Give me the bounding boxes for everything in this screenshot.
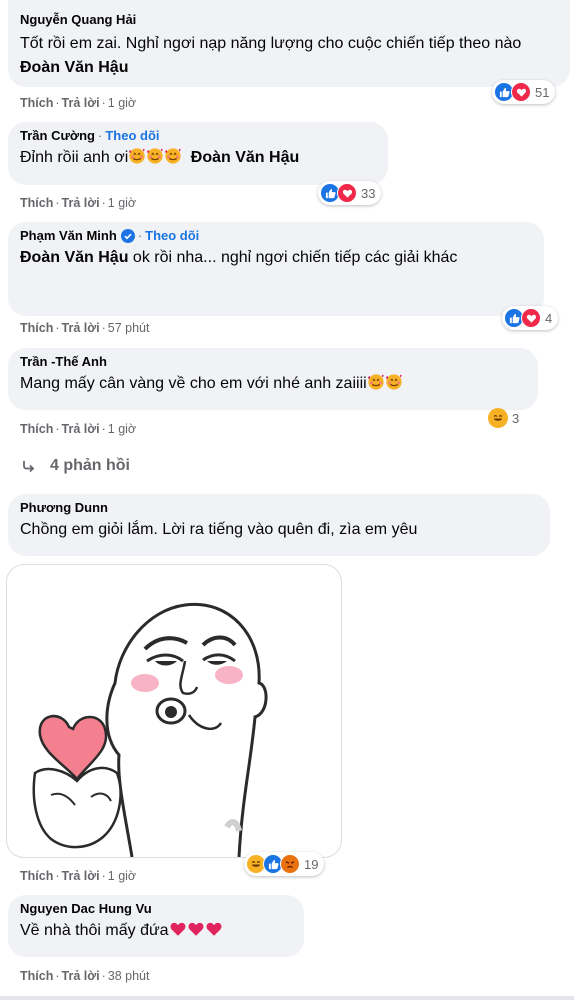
love-reaction-icon [511, 82, 531, 102]
verified-badge-icon [120, 229, 135, 243]
view-replies-link[interactable]: 4 phản hồi [20, 455, 130, 477]
reply-arrow-icon [23, 461, 35, 473]
comment-bubble: Nguyễn Quang Hải Tốt rồi em zai. Nghỉ ng… [8, 0, 570, 87]
comment-actions: Thích · Trả lời · 57 phút [20, 321, 150, 335]
red-heart-emoji-icon [188, 922, 204, 936]
mention-link[interactable]: Đoàn Văn Hậu [20, 59, 128, 76]
comment-bubble: Trần Cường · Theo dõi Đỉnh rồii anh ơi Đoà… [8, 122, 388, 185]
mention-link[interactable]: Đoàn Văn Hậu [20, 249, 128, 266]
comment-actions: Thích · Trả lời · 1 giờ [20, 96, 137, 110]
reaction-summary[interactable]: 33 [318, 181, 382, 205]
comment-time[interactable]: 38 phút [108, 969, 150, 983]
comment-bubble: Nguyen Dac Hung Vu Về nhà thôi mấy đứa [8, 895, 304, 957]
reaction-summary[interactable]: 51 [492, 80, 556, 104]
like-link[interactable]: Thích [20, 321, 53, 335]
angry-reaction-icon [280, 854, 300, 874]
mention-link[interactable]: Đoàn Văn Hậu [191, 149, 299, 166]
reaction-summary[interactable]: 3 [486, 406, 525, 430]
like-link[interactable]: Thích [20, 196, 53, 210]
reply-link[interactable]: Trả lời [62, 422, 100, 436]
reaction-count: 51 [535, 84, 550, 100]
comment-author[interactable]: Trần -Thế Anh [20, 354, 526, 370]
love-reaction-icon [521, 308, 541, 328]
comment-time[interactable]: 1 giờ [108, 196, 136, 210]
comment-sticker[interactable] [6, 564, 342, 858]
comment-text: Tốt rồi em zai. Nghỉ ngơi nạp năng lượng… [20, 35, 522, 76]
reply-link[interactable]: Trả lời [62, 969, 100, 983]
reaction-summary[interactable]: 4 [502, 306, 559, 330]
comment-header: Phạm Văn Minh · Theo dõi [20, 228, 200, 244]
reaction-count: 33 [361, 185, 376, 201]
comment-text: Đoàn Văn Hậu ok rồi nha... nghỉ ngơi chi… [20, 249, 458, 266]
comment-time[interactable]: 1 giờ [108, 869, 136, 883]
comment-text: Đỉnh rồii anh ơi Đoàn Văn Hậu [20, 148, 300, 166]
reaction-summary[interactable]: 19 [244, 852, 325, 876]
comment-author[interactable]: Phương Dunn [20, 500, 538, 516]
comment-actions: Thích · Trả lời · 1 giờ [20, 869, 137, 883]
comment-time[interactable]: 57 phút [108, 321, 150, 335]
follow-link[interactable]: Theo dõi [145, 228, 199, 244]
like-link[interactable]: Thích [20, 969, 53, 983]
red-heart-emoji-icon [206, 922, 222, 936]
like-link[interactable]: Thích [20, 869, 53, 883]
smiling-face-with-hearts-emoji-icon [129, 148, 146, 164]
comment-header: Trần Cường · Theo dõi [20, 128, 160, 144]
replies-count-label: 4 phản hồi [50, 457, 130, 474]
comment-author[interactable]: Phạm Văn Minh [20, 228, 117, 244]
like-link[interactable]: Thích [20, 96, 53, 110]
comment-author[interactable]: Nguyễn Quang Hải [20, 12, 558, 28]
follow-link[interactable]: Theo dõi [105, 128, 159, 144]
red-heart-emoji-icon [170, 922, 186, 936]
comment-time[interactable]: 1 giờ [108, 96, 136, 110]
comment-author[interactable]: Nguyen Dac Hung Vu [20, 901, 292, 917]
comment-actions: Thích · Trả lời · 1 giờ [20, 196, 137, 210]
smiling-face-with-hearts-emoji-icon [367, 374, 384, 390]
reply-link[interactable]: Trả lời [62, 96, 100, 110]
reaction-count: 19 [304, 856, 319, 872]
like-link[interactable]: Thích [20, 422, 53, 436]
love-reaction-icon [337, 183, 357, 203]
comment-bubble: Phạm Văn Minh · Theo dõi Đoàn Văn Hậu ok … [8, 222, 544, 316]
smiling-face-with-hearts-emoji-icon [165, 148, 182, 164]
comment-actions: Thích · Trả lời · 38 phút [20, 969, 150, 983]
comment-actions: Thích · Trả lời · 1 giờ [20, 422, 137, 436]
divider [0, 996, 574, 1000]
comment-bubble: Phương Dunn Chồng em giỏi lắm. Lời ra ti… [8, 494, 550, 556]
reaction-count: 3 [512, 410, 520, 426]
haha-reaction-icon [488, 408, 508, 428]
smiling-face-with-hearts-emoji-icon [147, 148, 164, 164]
reply-link[interactable]: Trả lời [62, 321, 100, 335]
meme-face-sticker-image [32, 602, 268, 857]
comment-text: Mang mấy cân vàng về cho em với nhé anh … [20, 372, 526, 396]
reply-link[interactable]: Trả lời [62, 869, 100, 883]
comment-author[interactable]: Trần Cường [20, 128, 95, 144]
comment-bubble: Trần -Thế Anh Mang mấy cân vàng về cho e… [8, 348, 538, 410]
smiling-face-with-hearts-emoji-icon [385, 374, 402, 390]
reply-link[interactable]: Trả lời [62, 196, 100, 210]
comment-time[interactable]: 1 giờ [108, 422, 136, 436]
comment-text: Về nhà thôi mấy đứa [20, 919, 292, 943]
reaction-count: 4 [545, 310, 553, 326]
comment-text: Chồng em giỏi lắm. Lời ra tiếng vào quên… [20, 521, 418, 538]
